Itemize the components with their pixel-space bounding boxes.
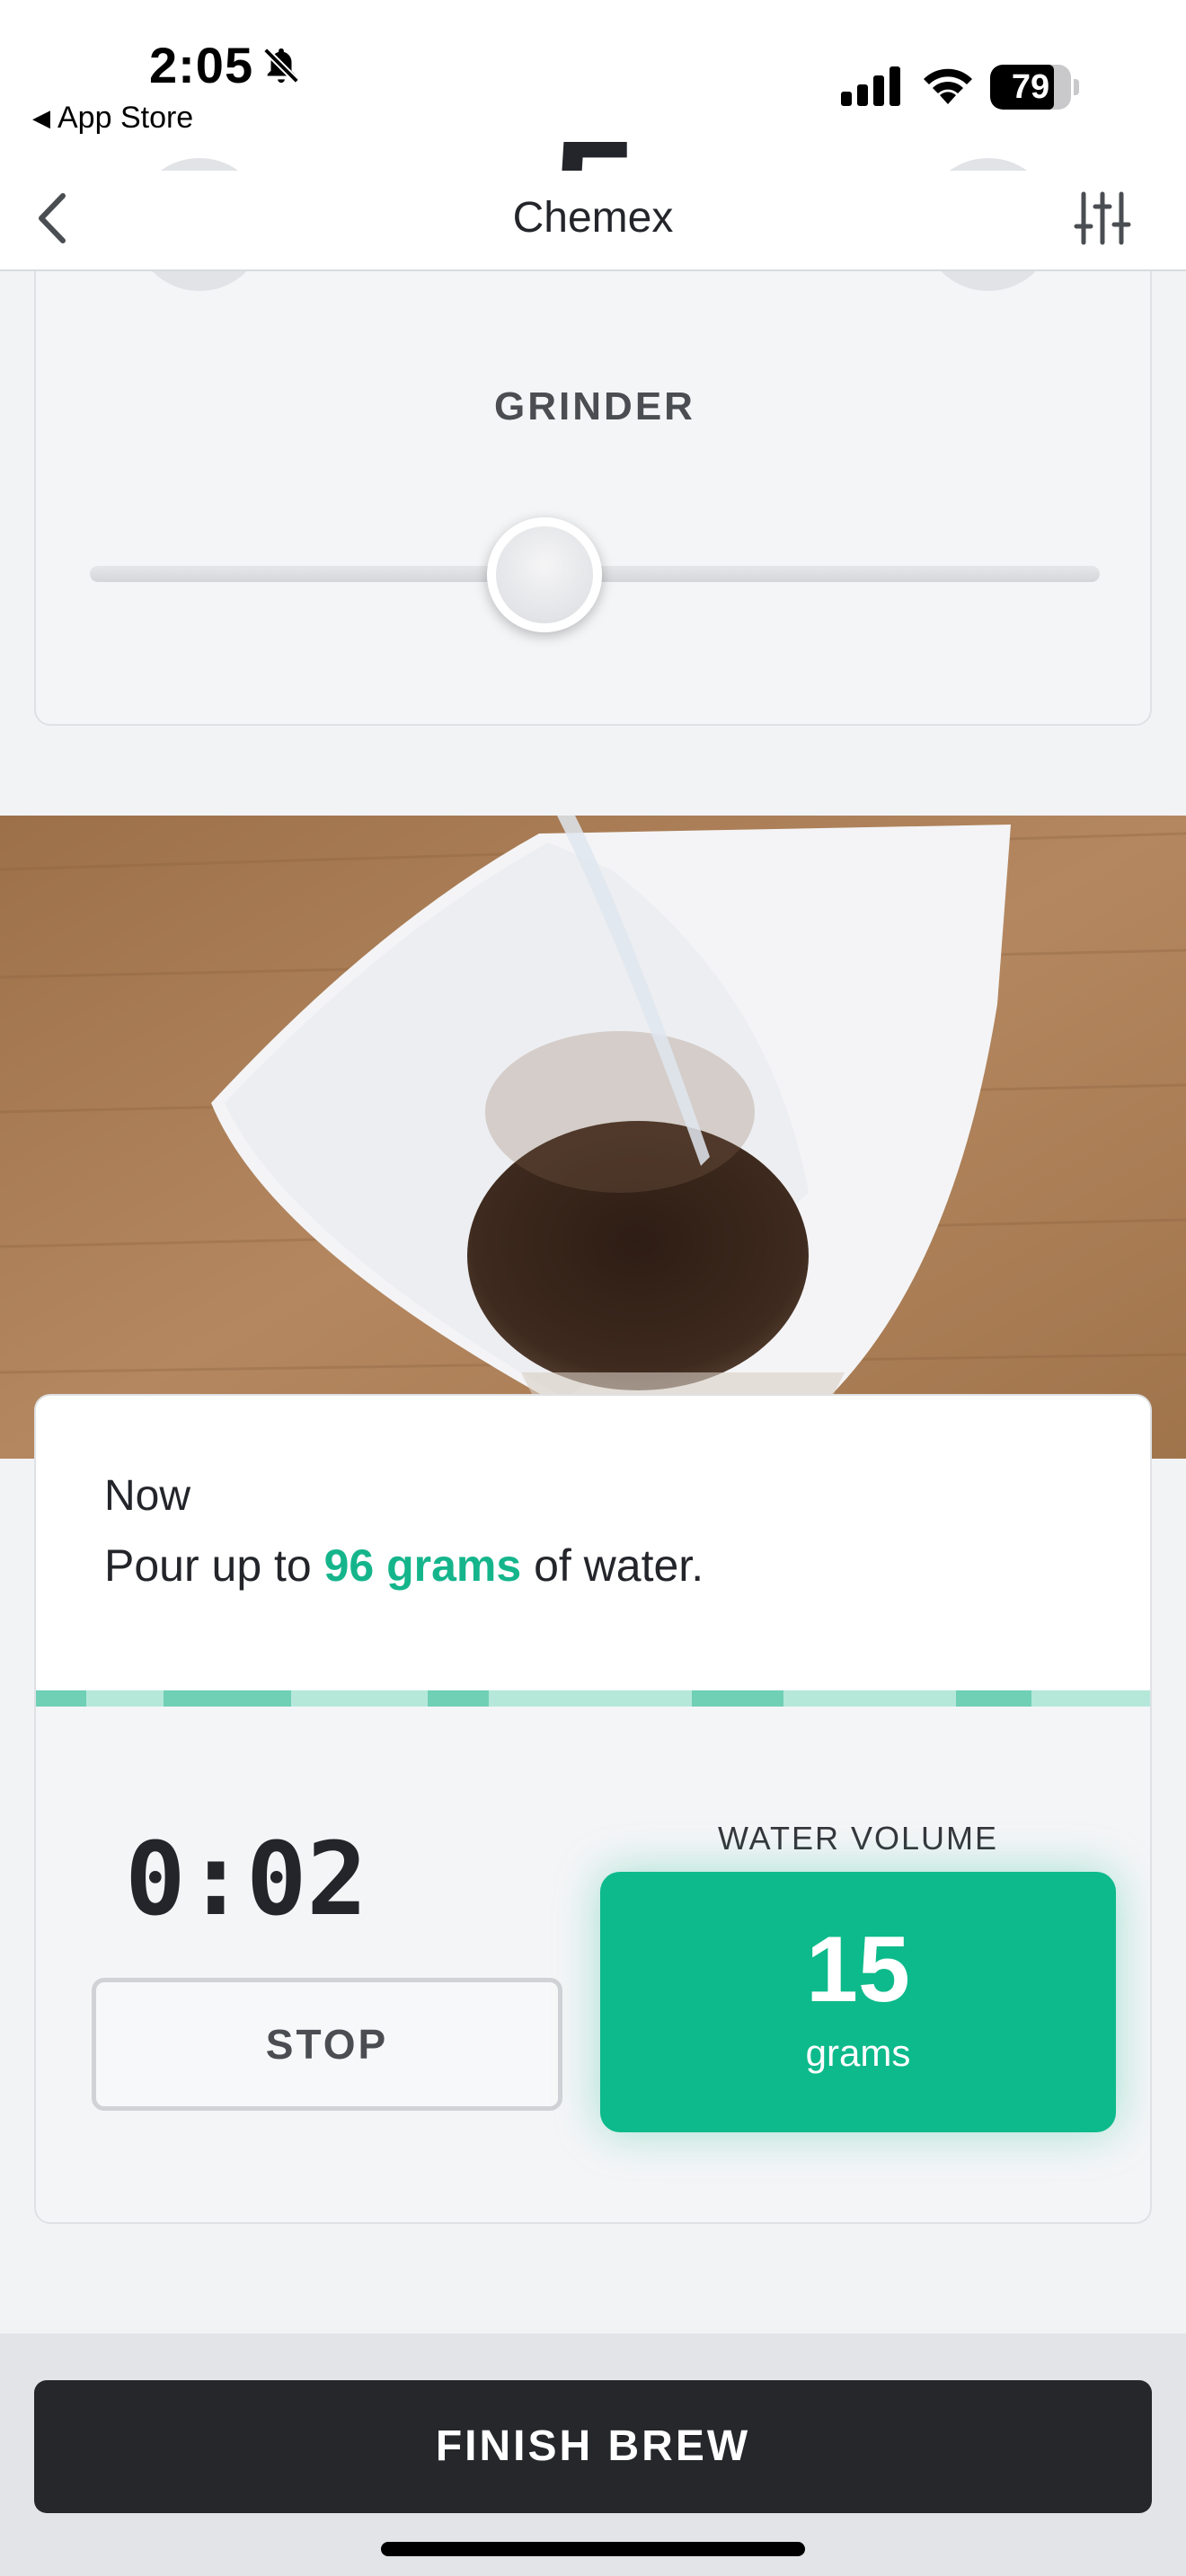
water-volume-value: 15 <box>806 1918 910 2022</box>
step-text-before: Pour up to <box>104 1540 324 1591</box>
brew-timer: 0:02 <box>125 1822 367 1938</box>
footer-bar: FINISH BREW <box>0 2333 1186 2576</box>
water-volume-display[interactable]: 15 grams <box>600 1872 1116 2132</box>
brew-instruction-card: Now Pour up to 96 grams of water. 0:02 S… <box>34 1394 1152 2224</box>
progress-segment <box>36 1690 86 1707</box>
home-indicator <box>381 2542 805 2556</box>
instruction-panel: Now Pour up to 96 grams of water. <box>36 1396 1150 1690</box>
step-highlight-amount: 96 grams <box>323 1540 522 1591</box>
water-volume-label: WATER VOLUME <box>717 1820 999 1857</box>
grinder-slider-thumb[interactable] <box>487 517 602 632</box>
sliders-settings-icon[interactable] <box>1073 189 1132 248</box>
progress-segment <box>164 1690 291 1707</box>
navigation-bar: Chemex <box>0 171 1186 271</box>
progress-segment <box>692 1690 783 1707</box>
grinder-card: − 5 + GRINDER <box>34 110 1152 726</box>
step-instruction: Pour up to 96 grams of water. <box>104 1539 704 1592</box>
grinder-label: GRINDER <box>494 384 695 428</box>
step-timing-label: Now <box>104 1472 191 1520</box>
progress-segment <box>956 1690 1031 1707</box>
progress-segment <box>428 1690 489 1707</box>
status-time: 2:05 <box>149 37 254 93</box>
step-text-after: of water. <box>521 1540 704 1591</box>
pour-progress-bar <box>36 1690 1150 1707</box>
bell-muted-icon <box>263 48 299 84</box>
wifi-icon <box>924 68 972 104</box>
chemex-pour-image <box>0 816 1186 1459</box>
water-volume-unit: grams <box>805 2032 911 2074</box>
stop-button[interactable]: STOP <box>92 1978 562 2111</box>
page-title: Chemex <box>512 194 674 242</box>
finish-brew-button[interactable]: FINISH BREW <box>34 2380 1152 2513</box>
brew-step-photo <box>0 816 1186 1459</box>
